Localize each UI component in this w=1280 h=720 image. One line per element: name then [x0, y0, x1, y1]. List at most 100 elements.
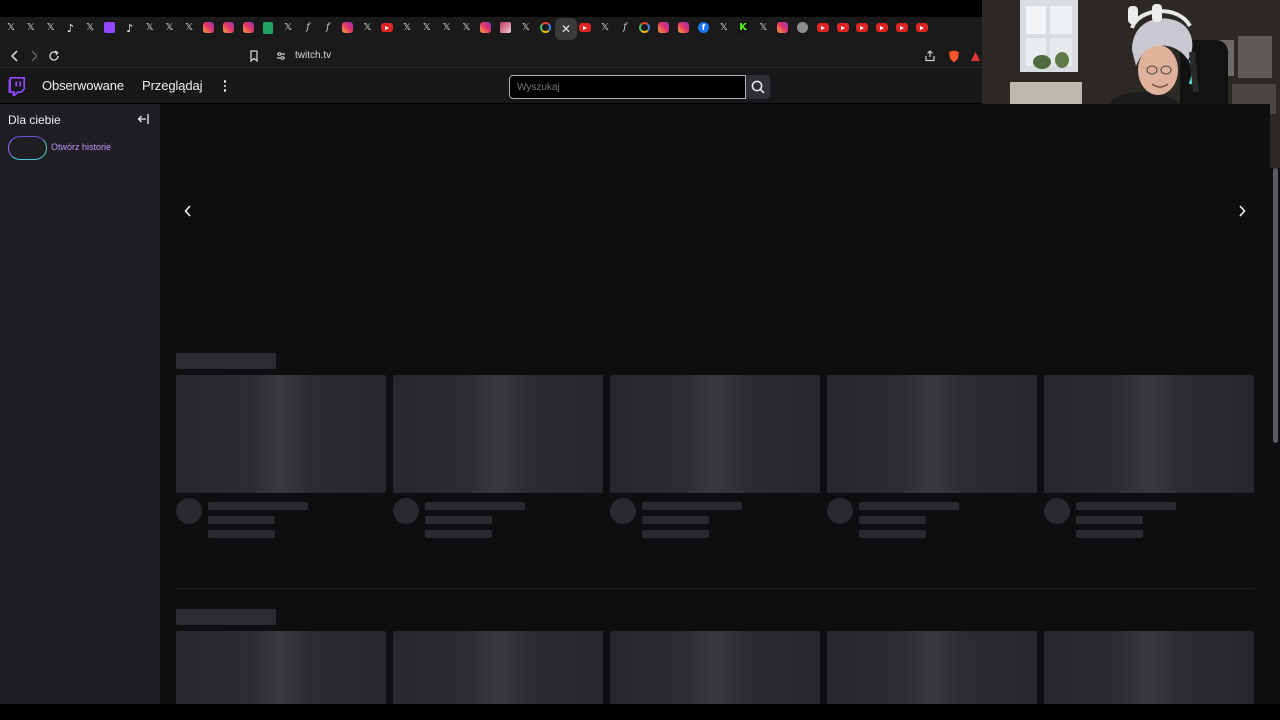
x-icon[interactable]: 𝕏 — [518, 20, 534, 36]
screen: 𝕏 𝕏 𝕏 ♪ 𝕏 ♪ 𝕏 𝕏 𝕏 𝕏f f 𝕏 𝕏 𝕏 𝕏 𝕏 𝕏 𝕏f f 𝕏 K 𝕏 ✕ twitch.tv — [0, 0, 1280, 720]
x-icon[interactable]: 𝕏 — [3, 20, 19, 36]
font-icon[interactable]: f — [300, 20, 316, 36]
nav-following-link[interactable]: Obserwowane — [42, 78, 124, 93]
search-input[interactable] — [509, 75, 746, 99]
share-icon[interactable] — [921, 47, 939, 65]
brave-shield-icon[interactable] — [945, 47, 963, 65]
x-icon[interactable]: 𝕏 — [458, 20, 474, 36]
x-icon[interactable]: 𝕏 — [359, 20, 375, 36]
story-ring-button[interactable] — [8, 136, 47, 160]
google-icon[interactable] — [539, 22, 551, 33]
x-icon[interactable]: 𝕏 — [399, 20, 415, 36]
search-button[interactable] — [746, 75, 770, 99]
tiktok-icon[interactable]: ♪ — [62, 20, 78, 36]
text-line-placeholder — [859, 502, 959, 510]
instagram-icon[interactable] — [203, 22, 214, 33]
font-icon[interactable]: f — [320, 20, 336, 36]
x-icon[interactable]: 𝕏 — [755, 20, 771, 36]
carousel-next-icon[interactable] — [1235, 204, 1249, 218]
open-stories-link[interactable]: Otwórz historie — [51, 142, 111, 152]
nav-browse-link[interactable]: Przeglądaj — [142, 78, 203, 93]
main-content — [160, 104, 1270, 720]
text-line-placeholder — [859, 530, 926, 538]
avatar-placeholder — [1044, 498, 1070, 524]
tiktok-icon[interactable]: ♪ — [122, 20, 138, 36]
instagram-icon[interactable] — [480, 22, 492, 33]
text-line-placeholder — [208, 530, 275, 538]
avatar-placeholder — [393, 498, 419, 524]
x-icon[interactable]: 𝕏 — [280, 20, 296, 36]
x-icon[interactable]: 𝕏 — [439, 20, 455, 36]
youtube-icon[interactable] — [896, 23, 908, 32]
google-icon[interactable] — [638, 22, 650, 33]
browser-toolbar: twitch.tv — [0, 44, 982, 68]
font-icon[interactable]: f — [617, 20, 633, 36]
x-icon[interactable]: 𝕏 — [142, 20, 158, 36]
youtube-icon[interactable] — [876, 23, 889, 32]
kick-icon[interactable]: K — [737, 22, 749, 33]
youtube-icon[interactable] — [915, 23, 928, 32]
x-icon[interactable]: 𝕏 — [597, 20, 613, 36]
bottom-edge — [0, 704, 1280, 720]
back-icon[interactable] — [6, 47, 24, 65]
avatar-placeholder — [610, 498, 636, 524]
text-line-placeholder — [1076, 502, 1176, 510]
instagram-icon[interactable] — [777, 22, 789, 33]
sheets-icon[interactable] — [263, 22, 274, 34]
x-icon[interactable]: 𝕏 — [161, 20, 177, 36]
collapse-sidebar-icon[interactable] — [136, 112, 150, 126]
bookmark-icon[interactable] — [245, 47, 263, 65]
x-icon[interactable]: 𝕏 — [716, 20, 732, 36]
page-scrollbar[interactable] — [1270, 168, 1280, 704]
youtube-icon[interactable] — [856, 23, 869, 32]
shelf-divider — [176, 588, 1254, 589]
facebook-icon[interactable]: f — [698, 22, 709, 33]
stream-card-placeholder — [393, 375, 603, 493]
text-line-placeholder — [1076, 530, 1143, 538]
browser-tab-strip: 𝕏 𝕏 𝕏 ♪ 𝕏 ♪ 𝕏 𝕏 𝕏 𝕏f f 𝕏 𝕏 𝕏 𝕏 𝕏 𝕏 𝕏f f 𝕏 K 𝕏 ✕ — [0, 0, 982, 44]
avatar-placeholder — [827, 498, 853, 524]
instagram-icon[interactable] — [341, 22, 353, 33]
stream-card-placeholder — [1044, 375, 1254, 493]
site-settings-icon[interactable] — [272, 47, 290, 65]
x-icon[interactable]: 𝕏 — [23, 20, 39, 36]
twitch-logo-icon[interactable] — [8, 77, 25, 96]
text-line-placeholder — [208, 502, 308, 510]
text-line-placeholder — [425, 516, 492, 524]
text-line-placeholder — [642, 502, 742, 510]
x-icon[interactable]: 𝕏 — [181, 20, 197, 36]
text-line-placeholder — [208, 516, 275, 524]
wolf-icon[interactable] — [797, 22, 808, 33]
youtube-icon[interactable] — [836, 23, 849, 32]
more-options-icon[interactable] — [218, 77, 232, 95]
scrollbar-thumb[interactable] — [1273, 168, 1278, 443]
youtube-icon[interactable] — [816, 23, 829, 32]
carousel-prev-icon[interactable] — [181, 204, 195, 218]
twitch-top-nav: Obserwowane Przeglądaj — [0, 68, 982, 104]
stream-card-placeholder — [610, 375, 820, 493]
stream-card-placeholder — [827, 375, 1037, 493]
stream-card-placeholder — [176, 375, 386, 493]
forward-icon[interactable] — [25, 47, 43, 65]
text-line-placeholder — [859, 516, 926, 524]
search-icon — [751, 80, 765, 94]
image-icon[interactable] — [500, 22, 511, 33]
instagram-icon[interactable] — [222, 22, 234, 33]
x-icon[interactable]: 𝕏 — [419, 20, 435, 36]
address-bar-url[interactable]: twitch.tv — [295, 50, 331, 61]
x-icon[interactable]: 𝕏 — [43, 20, 59, 36]
reload-icon[interactable] — [45, 47, 63, 65]
twitch-icon[interactable] — [104, 22, 115, 33]
sidebar-title: Dla ciebie — [8, 113, 61, 127]
title-bar — [0, 0, 982, 17]
youtube-icon[interactable] — [579, 23, 592, 32]
instagram-icon[interactable] — [242, 22, 254, 33]
active-tab-close-button[interactable]: ✕ — [555, 18, 577, 40]
left-sidebar: Dla ciebie Otwórz historie — [0, 104, 160, 704]
text-line-placeholder — [1076, 516, 1143, 524]
instagram-icon[interactable] — [678, 22, 690, 33]
shelf-title-placeholder — [176, 353, 276, 369]
x-icon[interactable]: 𝕏 — [82, 20, 98, 36]
instagram-icon[interactable] — [658, 22, 670, 33]
youtube-icon[interactable] — [381, 23, 394, 32]
